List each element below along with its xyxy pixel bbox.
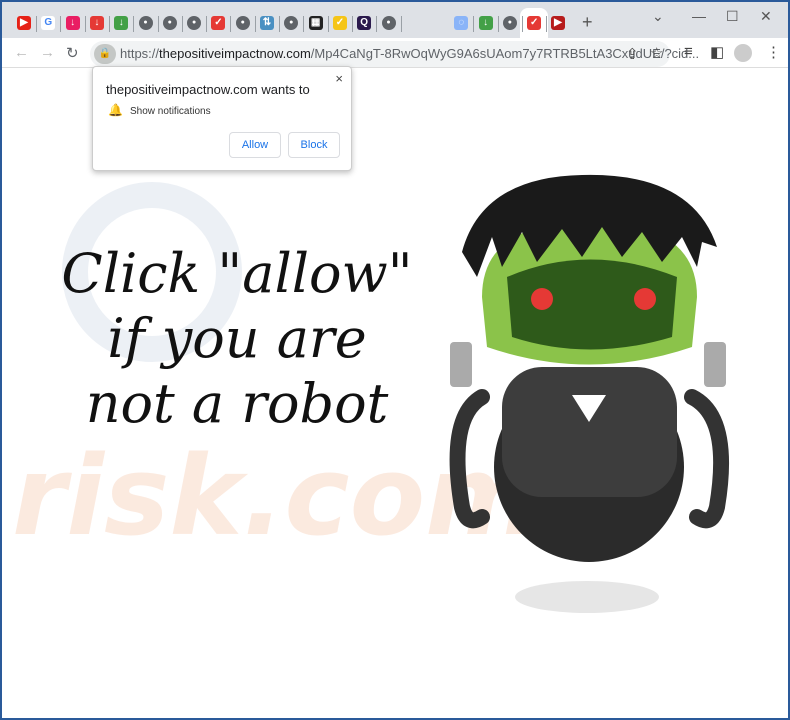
profile-avatar[interactable] bbox=[734, 44, 752, 62]
lock-icon[interactable]: 🔒 bbox=[94, 44, 116, 64]
tab-separator bbox=[36, 16, 37, 32]
star-icon[interactable]: ☆ bbox=[650, 44, 663, 62]
tab-separator bbox=[181, 16, 183, 32]
message-line-3: not a robot bbox=[85, 371, 389, 435]
tab-separator bbox=[521, 16, 523, 32]
tab-globe-icon[interactable]: ● bbox=[162, 16, 177, 30]
forward-icon[interactable]: → bbox=[40, 44, 55, 61]
tab-download-icon[interactable]: ↓ bbox=[478, 16, 493, 30]
address-bar[interactable]: 🔒 https://thepositiveimpactnow.com/Mp4Ca… bbox=[90, 41, 699, 67]
tab-globe-icon[interactable]: ● bbox=[187, 16, 202, 30]
tab-separator bbox=[497, 16, 499, 32]
close-popup-button[interactable]: × bbox=[335, 71, 343, 86]
allow-button[interactable]: Allow bbox=[229, 132, 281, 158]
share-icon[interactable]: ⇪ bbox=[626, 45, 639, 63]
tab-download-icon[interactable]: ↓ bbox=[89, 16, 104, 30]
tab-separator bbox=[327, 16, 329, 32]
tab-sync-icon[interactable]: ⇅ bbox=[260, 16, 274, 30]
tab-separator bbox=[230, 16, 232, 32]
tab-pocket-icon[interactable]: ✓ bbox=[211, 16, 226, 30]
side-panel-icon[interactable]: ◧ bbox=[710, 43, 724, 61]
notification-permission-popup: × thepositiveimpactnow.com wants to 🔔 Sh… bbox=[92, 66, 352, 171]
bell-icon: 🔔 bbox=[108, 103, 123, 117]
url-text[interactable]: https://thepositiveimpactnow.com/Mp4CaNg… bbox=[120, 46, 699, 61]
tab-download-icon[interactable]: ↓ bbox=[114, 16, 129, 30]
tab-separator bbox=[84, 16, 86, 32]
browser-window: × ▶ + ⌄ — ☐ ✕ ▶ G ↓ ↓ ↓ ● ● ● ✓ ● ⇅ ● ▦ ✓ Q ● ◌ ↓ ● ✓ ← → ↻… bbox=[2, 2, 788, 718]
close-window-button[interactable]: ✕ bbox=[760, 8, 772, 25]
menu-icon[interactable]: ⋮ bbox=[766, 43, 781, 61]
tab-youtube-icon[interactable]: ▶ bbox=[17, 16, 31, 30]
tab-globe-icon[interactable]: ● bbox=[138, 16, 153, 30]
tab-separator bbox=[546, 16, 548, 32]
tab-globe-icon[interactable]: ● bbox=[284, 16, 299, 30]
tab-separator bbox=[157, 16, 159, 32]
tab-separator bbox=[206, 16, 208, 32]
tab-separator bbox=[351, 16, 353, 32]
tab-separator bbox=[254, 16, 256, 32]
tab-youtube-icon[interactable]: ▶ bbox=[551, 16, 565, 30]
block-button[interactable]: Block bbox=[288, 132, 340, 158]
permission-label: Show notifications bbox=[130, 106, 211, 117]
tab-search-button[interactable]: ⌄ bbox=[652, 8, 664, 25]
message-line-1: Click "allow" bbox=[61, 242, 413, 305]
tab-separator bbox=[279, 16, 280, 32]
page-message: Click "allow" if you are not a robot bbox=[42, 242, 432, 436]
tab-separator bbox=[60, 16, 62, 32]
tab-separator bbox=[473, 16, 475, 32]
tab-loading-icon[interactable]: ◌ bbox=[454, 16, 469, 30]
tab-separator bbox=[400, 16, 402, 32]
tab-download-icon[interactable]: ↓ bbox=[65, 16, 80, 30]
tab-news-icon[interactable]: ▦ bbox=[308, 16, 323, 30]
frankenstein-robot-image bbox=[449, 174, 730, 613]
tab-separator bbox=[133, 16, 135, 32]
tab-separator bbox=[303, 16, 305, 32]
tab-separator bbox=[376, 16, 378, 32]
tab-globe-icon[interactable]: ● bbox=[235, 16, 250, 30]
new-tab-button[interactable]: + bbox=[582, 12, 593, 33]
tab-bar: × ▶ + ⌄ — ☐ ✕ ▶G↓↓↓●●●✓●⇅●▦✓Q●◌↓●✓ bbox=[2, 2, 788, 38]
tab-globe-icon[interactable]: ● bbox=[502, 16, 517, 30]
toolbar: ← → ↻ 🔒 https://thepositiveimpactnow.com… bbox=[2, 38, 788, 68]
message-line-2: if you are bbox=[107, 306, 367, 370]
tab-separator bbox=[108, 16, 110, 32]
popup-title: thepositiveimpactnow.com wants to bbox=[106, 82, 310, 97]
tab-q-icon[interactable]: Q bbox=[357, 16, 372, 30]
maximize-button[interactable]: ☐ bbox=[726, 8, 739, 25]
tab-pocket-icon[interactable]: ✓ bbox=[527, 16, 542, 30]
minimize-button[interactable]: — bbox=[692, 8, 706, 24]
reload-icon[interactable]: ↻ bbox=[66, 44, 79, 62]
back-icon[interactable]: ← bbox=[14, 44, 29, 61]
tab-check-icon[interactable]: ✓ bbox=[332, 16, 347, 30]
tab-globe-icon[interactable]: ● bbox=[381, 16, 396, 30]
tab-google-icon[interactable]: G bbox=[41, 16, 56, 30]
reading-list-icon[interactable]: ≡ bbox=[684, 43, 693, 60]
